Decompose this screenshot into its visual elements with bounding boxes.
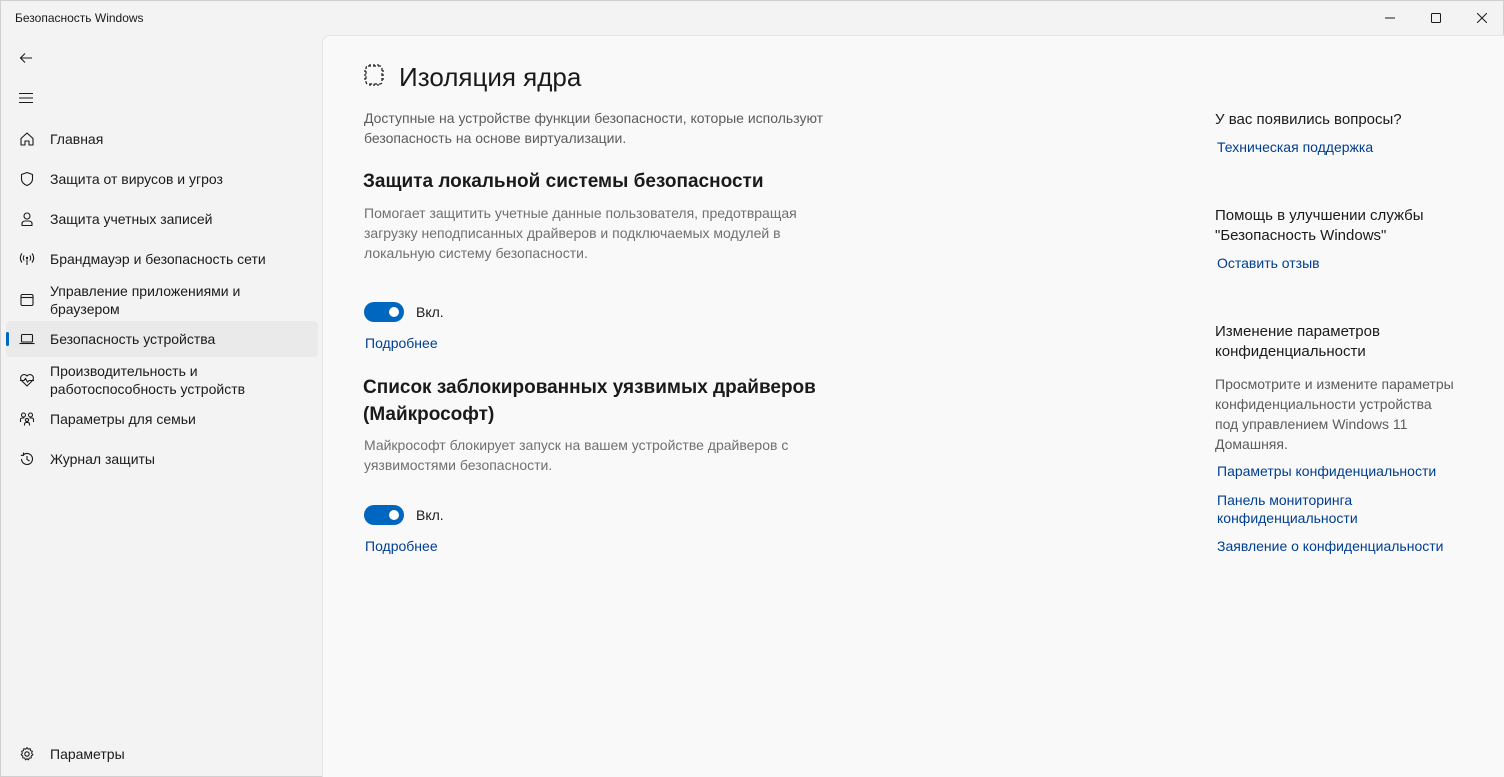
laptop-icon: [18, 330, 36, 348]
content-panel: Изоляция ядра Доступные на устройстве фу…: [322, 35, 1504, 777]
learn-more-link-driver-blocklist[interactable]: Подробнее: [365, 537, 438, 555]
maximize-button[interactable]: [1413, 1, 1459, 35]
page-header: Изоляция ядра: [363, 62, 581, 93]
sidebar-item-label: Параметры для семьи: [50, 411, 196, 427]
core-isolation-icon: [363, 62, 385, 93]
sidebar-item-label: Журнал защиты: [50, 451, 155, 467]
toggle-state-label: Вкл.: [416, 304, 444, 320]
title-bar: Безопасность Windows: [1, 1, 1503, 35]
sidebar-item-family-options[interactable]: Параметры для семьи: [6, 401, 318, 437]
sidebar-item-device-performance[interactable]: Производительность и работоспособность у…: [6, 361, 318, 399]
hamburger-menu-button[interactable]: [7, 80, 45, 116]
sidebar-item-settings[interactable]: Параметры: [6, 736, 318, 772]
sidebar-item-label: Управление приложениями и браузером: [50, 283, 241, 317]
section-description-lsa-protection: Помогает защитить учетные данные пользов…: [364, 205, 797, 261]
section-title-lsa-protection: Защита локальной системы безопасности: [363, 171, 764, 192]
home-icon: [18, 130, 36, 148]
minimize-button[interactable]: [1367, 1, 1413, 35]
hamburger-icon: [19, 92, 33, 104]
history-icon: [18, 450, 36, 468]
sidebar-item-label: Защита учетных записей: [50, 211, 213, 227]
page-description: Доступные на устройстве функции безопасн…: [364, 110, 824, 146]
gear-icon: [18, 745, 36, 763]
shield-icon: [18, 170, 36, 188]
close-button[interactable]: [1459, 1, 1504, 35]
improve-service-heading: Помощь в улучшении службы "Безопасность …: [1215, 207, 1424, 244]
page-title: Изоляция ядра: [399, 62, 582, 92]
back-button[interactable]: [7, 40, 45, 76]
lsa-protection-toggle-row: Вкл.: [364, 302, 444, 322]
person-icon: [18, 210, 36, 228]
toggle-state-label: Вкл.: [416, 507, 444, 523]
sidebar-item-label: Защита от вирусов и угроз: [50, 171, 223, 187]
maximize-icon: [1431, 13, 1441, 23]
app-window: Безопасность Windows Главная Защита от в…: [0, 0, 1504, 777]
driver-blocklist-toggle[interactable]: [364, 505, 404, 525]
privacy-settings-link[interactable]: Параметры конфиденциальности: [1217, 462, 1477, 480]
technical-support-link[interactable]: Техническая поддержка: [1217, 138, 1477, 156]
sidebar-item-label: Главная: [50, 131, 104, 147]
sidebar-item-label: Безопасность устройства: [50, 331, 216, 347]
app-window-icon: [18, 291, 36, 309]
sidebar-item-protection-history[interactable]: Журнал защиты: [6, 441, 318, 477]
sidebar-item-virus-protection[interactable]: Защита от вирусов и угроз: [6, 161, 318, 197]
sidebar-item-firewall[interactable]: Брандмауэр и безопасность сети: [6, 241, 318, 277]
sidebar-item-account-protection[interactable]: Защита учетных записей: [6, 201, 318, 237]
sidebar: Главная Защита от вирусов и угроз Защита…: [1, 35, 322, 777]
sidebar-item-label: Параметры: [50, 746, 125, 762]
sidebar-item-label: Производительность и работоспособность у…: [50, 363, 246, 397]
minimize-icon: [1385, 17, 1395, 19]
sidebar-item-device-security[interactable]: Безопасность устройства: [6, 321, 318, 357]
lsa-protection-toggle[interactable]: [364, 302, 404, 322]
sidebar-item-label: Брандмауэр и безопасность сети: [50, 251, 266, 267]
close-icon: [1477, 13, 1487, 23]
driver-blocklist-toggle-row: Вкл.: [364, 505, 444, 525]
family-icon: [18, 410, 36, 428]
learn-more-link-lsa[interactable]: Подробнее: [365, 334, 438, 352]
questions-heading: У вас появились вопросы?: [1215, 111, 1402, 128]
window-title: Безопасность Windows: [15, 11, 144, 25]
heart-pulse-icon: [18, 371, 36, 389]
section-description-driver-blocklist: Майкрософт блокирует запуск на вашем уст…: [364, 437, 789, 473]
sidebar-item-app-browser-control[interactable]: Управление приложениями и браузером: [6, 281, 318, 319]
privacy-description: Просмотрите и измените параметры конфиде…: [1215, 376, 1454, 452]
privacy-heading: Изменение параметров конфиденциальности: [1215, 323, 1380, 360]
privacy-statement-link[interactable]: Заявление о конфиденциальности: [1217, 537, 1477, 555]
sidebar-item-home[interactable]: Главная: [6, 121, 318, 157]
wifi-antenna-icon: [18, 250, 36, 268]
give-feedback-link[interactable]: Оставить отзыв: [1217, 254, 1477, 272]
back-arrow-icon: [19, 53, 32, 63]
privacy-dashboard-link[interactable]: Панель мониторинга конфиденциальности: [1217, 491, 1387, 527]
section-title-driver-blocklist: Список заблокированных уязвимых драйверо…: [363, 377, 816, 425]
